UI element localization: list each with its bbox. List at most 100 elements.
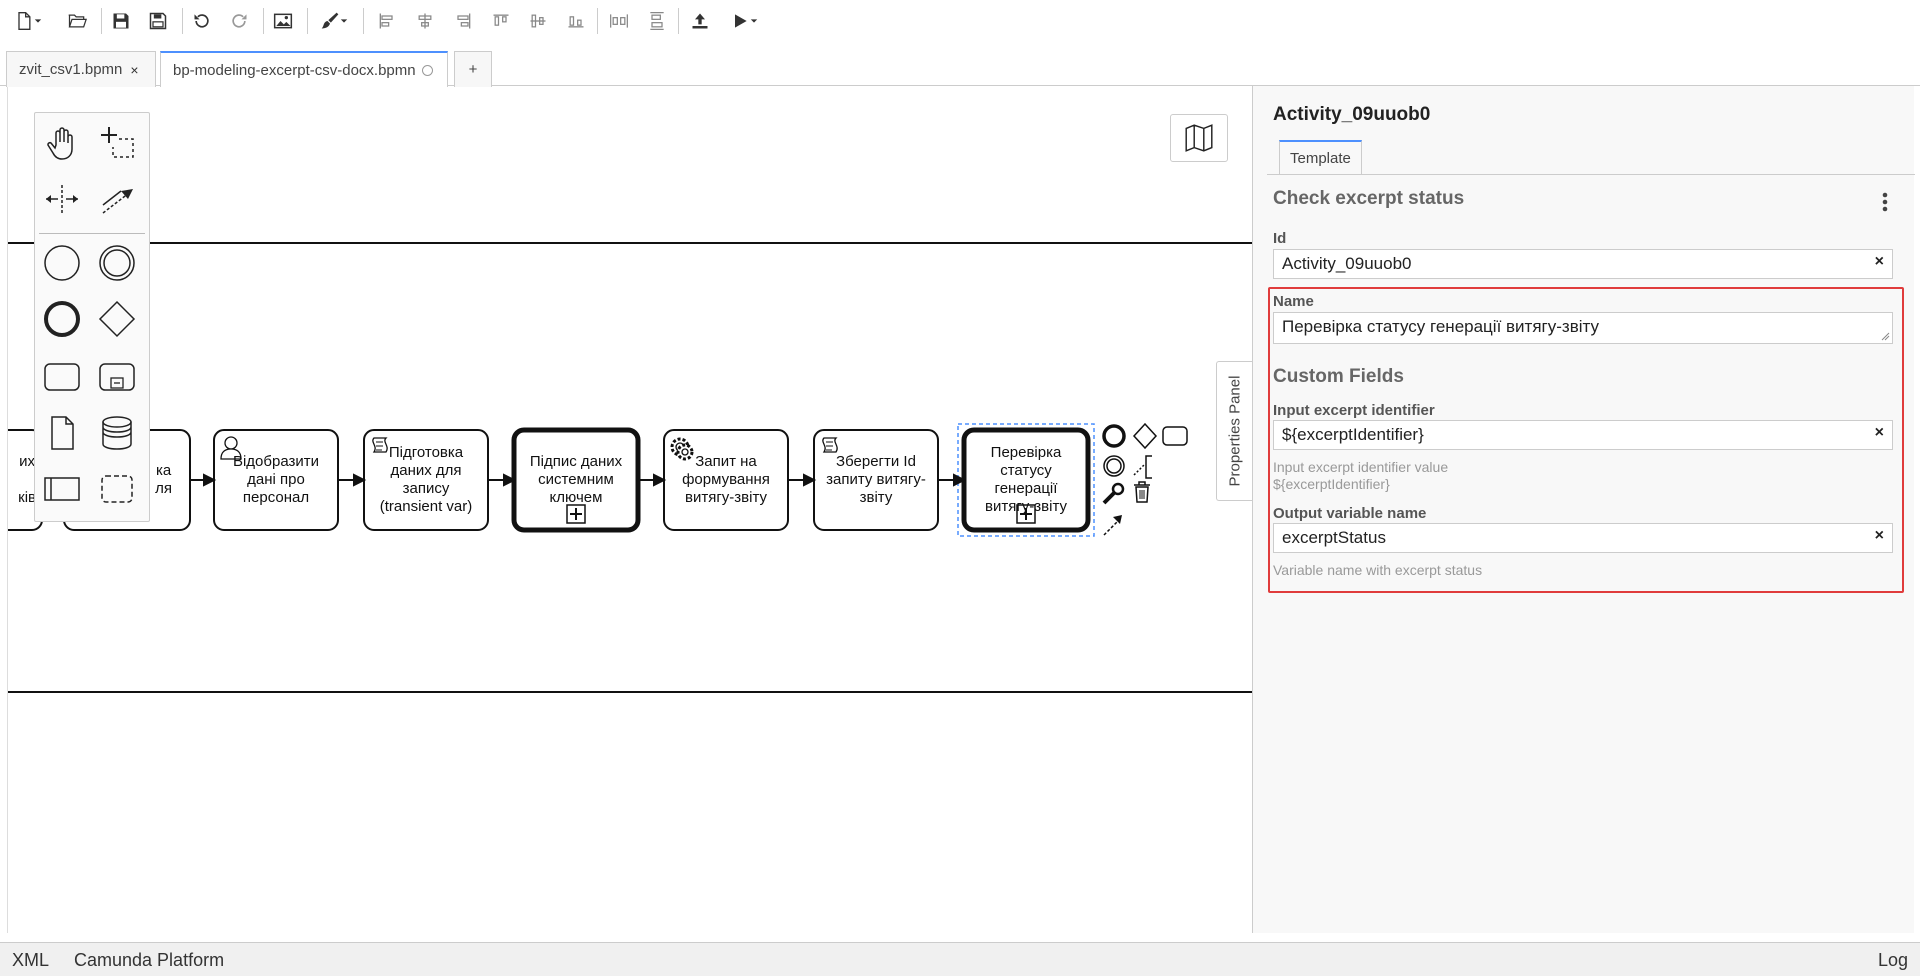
toolbar-separator (182, 8, 183, 34)
append-end-event-icon[interactable] (1102, 424, 1126, 448)
undo-button[interactable] (187, 7, 217, 35)
start-event-icon (44, 245, 80, 281)
new-file-button[interactable] (6, 7, 50, 35)
create-group-button[interactable] (95, 467, 139, 511)
distribute-horizontal-button[interactable] (604, 7, 634, 35)
tab-template[interactable]: Template (1279, 140, 1362, 174)
tab-bp-modeling-excerpt[interactable]: bp-modeling-excerpt-csv-docx.bpmn (160, 51, 448, 88)
align-left-icon (379, 13, 393, 29)
create-intermediate-event-button[interactable] (95, 241, 139, 285)
align-bottom-icon (568, 16, 584, 28)
new-file-icon (18, 12, 31, 30)
toolbar-separator (101, 8, 102, 34)
run-button[interactable] (722, 7, 766, 35)
more-options-icon[interactable] (1875, 190, 1895, 214)
align-left-button[interactable] (372, 7, 402, 35)
subprocess-icon (99, 363, 135, 391)
folder-open-icon (68, 14, 87, 28)
toolbar-separator (597, 8, 598, 34)
align-bottom-button[interactable] (561, 7, 591, 35)
chevron-down-icon (34, 19, 42, 23)
connect-icon[interactable] (1103, 515, 1122, 536)
lasso-icon (101, 127, 134, 158)
export-image-button[interactable] (268, 7, 298, 35)
global-connect-tool-button[interactable] (95, 177, 139, 221)
tab-label: zvit_csv1.bpmn (19, 61, 123, 78)
align-middle-button[interactable] (523, 7, 553, 35)
distribute-vertical-button[interactable] (642, 7, 672, 35)
trash-icon[interactable] (1134, 481, 1150, 503)
xml-view-button[interactable]: XML (12, 950, 49, 971)
clear-id-icon[interactable]: × (1875, 253, 1884, 271)
play-icon (735, 14, 747, 28)
id-label: Id (1273, 230, 1287, 247)
hand-tool-button[interactable] (40, 121, 84, 165)
engine-platform-button[interactable]: Camunda Platform (74, 950, 224, 971)
align-middle-icon (530, 14, 546, 28)
connect-icon (102, 189, 133, 214)
create-pool-button[interactable] (40, 467, 84, 511)
chevron-down-icon (750, 19, 758, 23)
status-bar: XML Camunda Platform Log (0, 942, 1920, 976)
task-icon (44, 363, 80, 391)
tab-bar: zvit_csv1.bpmn × bp-modeling-excerpt-csv… (0, 48, 1920, 88)
script-task-icon (822, 437, 838, 453)
subprocess-marker-icon (566, 504, 586, 524)
save-as-icon (149, 12, 167, 30)
data-store-icon (102, 416, 132, 450)
space-tool-icon (46, 185, 78, 213)
redo-button[interactable] (224, 7, 254, 35)
group-icon (101, 475, 133, 503)
create-data-object-button[interactable] (40, 411, 84, 455)
wrench-icon[interactable] (1102, 482, 1125, 505)
intermediate-event-icon (99, 245, 135, 281)
create-start-event-button[interactable] (40, 241, 84, 285)
paint-brush-icon (321, 12, 339, 29)
add-tab-button[interactable]: + (454, 51, 492, 87)
toolbar-separator (363, 8, 364, 34)
chevron-down-icon (340, 19, 348, 23)
bpmn-diagram (8, 242, 1254, 693)
deploy-button[interactable] (685, 7, 715, 35)
add-tab-label: + (468, 61, 478, 78)
id-input[interactable]: Activity_09uuob0 × (1273, 249, 1893, 279)
text-annotation-icon[interactable] (1133, 455, 1152, 479)
open-file-button[interactable] (62, 7, 92, 35)
align-right-button[interactable] (448, 7, 478, 35)
align-center-button[interactable] (410, 7, 440, 35)
toolbar (0, 0, 1920, 44)
tab-label: bp-modeling-excerpt-csv-docx.bpmn (173, 62, 416, 79)
create-subprocess-button[interactable] (95, 355, 139, 399)
tab-zvit-csv1[interactable]: zvit_csv1.bpmn × (6, 51, 156, 87)
create-task-button[interactable] (40, 355, 84, 399)
pool-icon (44, 477, 80, 501)
log-button[interactable]: Log (1878, 950, 1908, 971)
script-task-icon (372, 437, 388, 453)
diagram-canvas[interactable]: их ків ка ля Відобразити дані про персон… (7, 87, 1254, 933)
tab-divider (1267, 174, 1915, 175)
append-task-icon[interactable] (1162, 426, 1188, 446)
save-as-button[interactable] (143, 7, 173, 35)
align-center-icon (418, 13, 432, 29)
close-icon[interactable]: × (130, 62, 138, 78)
lasso-tool-button[interactable] (95, 121, 139, 165)
create-gateway-button[interactable] (95, 297, 139, 341)
save-icon (113, 13, 129, 29)
properties-panel-label: Properties Panel (1226, 375, 1243, 487)
end-event-icon (44, 301, 80, 337)
align-top-button[interactable] (486, 7, 516, 35)
append-intermediate-event-icon[interactable] (1103, 455, 1125, 477)
element-id-title: Activity_09uuob0 (1273, 104, 1431, 125)
color-picker-button[interactable] (312, 7, 356, 35)
properties-panel-toggle[interactable]: Properties Panel (1216, 361, 1252, 501)
context-pad[interactable] (1102, 422, 1188, 536)
toolbar-separator (678, 8, 679, 34)
minimap-toggle-button[interactable] (1170, 114, 1228, 162)
distribute-horizontal-icon (610, 14, 628, 28)
create-data-store-button[interactable] (95, 411, 139, 455)
create-end-event-button[interactable] (40, 297, 84, 341)
save-button[interactable] (106, 7, 136, 35)
space-tool-button[interactable] (40, 177, 84, 221)
subprocess-marker-icon (1016, 504, 1036, 524)
append-gateway-icon[interactable] (1132, 422, 1158, 450)
